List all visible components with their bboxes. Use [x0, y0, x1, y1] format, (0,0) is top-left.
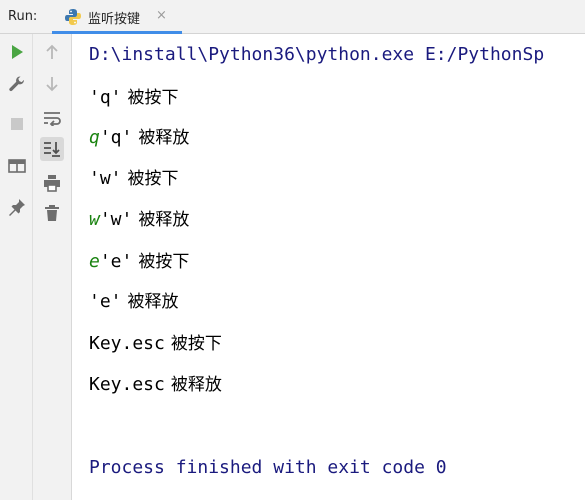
- tab-label: 监听按键: [88, 12, 141, 27]
- key-text: 'q': [99, 127, 133, 148]
- event-text: 被释放: [138, 210, 190, 230]
- output-line: e'e' 被按下: [89, 250, 189, 274]
- scroll-to-end-button[interactable]: [40, 137, 64, 161]
- command-line: D:\install\Python36\python.exe E:/Python…: [89, 44, 545, 65]
- clear-all-button[interactable]: [40, 201, 64, 225]
- key-text: 'e': [89, 291, 122, 312]
- key-text: 'w': [89, 168, 122, 189]
- soft-wrap-icon: [44, 112, 61, 126]
- prev-occurrence-button[interactable]: [40, 40, 64, 64]
- print-button[interactable]: [40, 171, 64, 195]
- output-line: Key.esc 被按下: [89, 332, 222, 356]
- key-text: 'w': [99, 209, 133, 230]
- process-finished-line: Process finished with exit code 0: [89, 457, 447, 478]
- close-icon[interactable]: ×: [156, 8, 167, 23]
- layout-icon: [8, 159, 26, 173]
- stop-button[interactable]: [5, 112, 29, 136]
- event-text: 被释放: [170, 375, 222, 395]
- output-line: q'q' 被释放: [89, 126, 189, 150]
- key-text: Key.esc: [89, 333, 165, 354]
- event-text: 被释放: [127, 292, 179, 312]
- run-icon: [12, 45, 23, 59]
- scroll-to-end-icon: [44, 142, 60, 157]
- key-text: Key.esc: [89, 374, 165, 395]
- output-line: 'q' 被按下: [89, 86, 179, 110]
- event-text: 被释放: [138, 128, 190, 148]
- console-toolbar: [33, 34, 72, 500]
- edit-config-button[interactable]: [5, 72, 29, 96]
- console-output[interactable]: D:\install\Python36\python.exe E:/Python…: [73, 34, 585, 500]
- tab-run-config[interactable]: 监听按键 ×: [52, 0, 182, 34]
- run-button[interactable]: [5, 40, 29, 64]
- pin-button[interactable]: [5, 195, 29, 219]
- layout-button[interactable]: [5, 154, 29, 178]
- wrench-icon: [9, 76, 24, 92]
- left-toolbar: [0, 34, 33, 500]
- echo-text: w: [89, 209, 100, 230]
- key-text: 'q': [89, 87, 122, 108]
- event-text: 被按下: [138, 252, 190, 272]
- down-arrow-icon: [46, 77, 58, 92]
- key-text: 'e': [99, 251, 133, 272]
- up-arrow-icon: [46, 44, 58, 59]
- event-text: 被按下: [127, 169, 179, 189]
- event-text: 被按下: [127, 88, 179, 108]
- output-line: Key.esc 被释放: [89, 373, 222, 397]
- pin-icon: [9, 199, 25, 216]
- next-occurrence-button[interactable]: [40, 72, 64, 96]
- stop-icon: [11, 118, 23, 130]
- echo-text: q: [89, 127, 100, 148]
- output-line: 'e' 被释放: [89, 290, 179, 314]
- trash-icon: [45, 205, 59, 221]
- echo-text: e: [89, 251, 100, 272]
- event-text: 被按下: [170, 334, 222, 354]
- print-icon: [44, 175, 60, 192]
- run-label: Run:: [8, 9, 38, 24]
- output-line: w'w' 被释放: [89, 208, 189, 232]
- python-icon: [65, 9, 81, 25]
- soft-wrap-button[interactable]: [40, 106, 64, 130]
- run-toolwindow-header: Run: 监听按键 ×: [0, 0, 585, 34]
- output-line: 'w' 被按下: [89, 167, 179, 191]
